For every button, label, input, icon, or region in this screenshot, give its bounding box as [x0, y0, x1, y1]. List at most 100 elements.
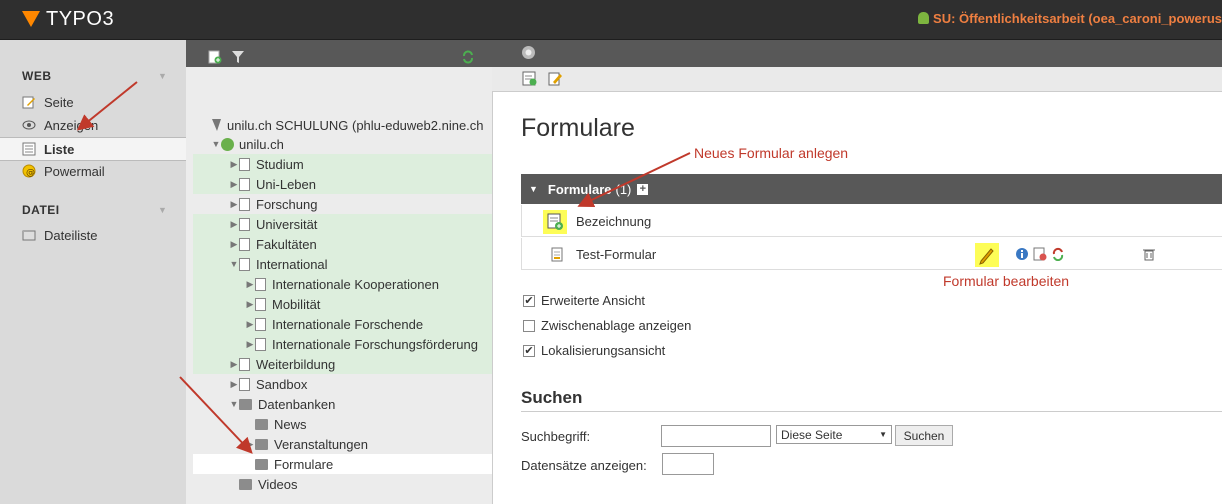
tree-node-label: International	[256, 256, 328, 272]
page-icon	[239, 157, 250, 171]
user-menu[interactable]: SU: Öffentlichkeitsarbeit (oea_caroni_po…	[918, 11, 1222, 26]
tree-node[interactable]: ▼ Datenbanken	[193, 394, 492, 414]
group-title-datei[interactable]: DATEI	[22, 203, 60, 217]
page-icon	[255, 277, 266, 291]
module-seite[interactable]: Seite	[0, 91, 186, 113]
expand-icon[interactable]: ▶	[229, 159, 239, 170]
tree-node[interactable]: ▶ Veranstaltungen	[193, 434, 492, 454]
checkbox-label: Lokalisierungsansicht	[541, 343, 666, 358]
page-icon	[239, 377, 250, 391]
module-label: Seite	[44, 94, 74, 110]
page-title: Formulare	[521, 114, 635, 142]
tree-root[interactable]: unilu.ch SCHULUNG (phlu-eduweb2.nine.ch	[211, 115, 484, 135]
help-icon[interactable]	[521, 45, 536, 63]
record-title[interactable]: Test-Formular	[576, 247, 656, 262]
move-icon[interactable]	[1051, 247, 1065, 264]
filter-icon[interactable]	[231, 50, 245, 67]
tree-node-label: Forschung	[256, 196, 318, 212]
tree-node[interactable]: ▶ Uni-Leben	[193, 174, 492, 194]
checkbox-label: Zwischenablage anzeigen	[541, 318, 692, 333]
group-title-web[interactable]: WEB	[22, 69, 52, 83]
powermail-icon: @	[22, 164, 36, 178]
tree-node-selected[interactable]: Formulare	[193, 454, 492, 474]
new-record-button[interactable]	[543, 210, 567, 234]
pencil-page-icon	[22, 95, 36, 109]
collapse-icon[interactable]: ▼	[211, 139, 221, 149]
records-per-page-input[interactable]	[662, 453, 714, 475]
logo-text: TYPO3	[46, 7, 115, 30]
new-record-icon[interactable]	[522, 71, 537, 89]
extended-view-checkbox[interactable]: ✔	[523, 295, 535, 307]
clipboard-checkbox[interactable]	[523, 320, 535, 332]
folder-icon	[255, 418, 268, 430]
expand-icon[interactable]: ▶	[229, 219, 239, 230]
globe-icon	[221, 137, 234, 151]
tree-node[interactable]: ▶ Internationale Forschende	[193, 314, 492, 334]
tree-node[interactable]: ▶ Mobilität	[193, 294, 492, 314]
tree-node-label: Fakultäten	[256, 236, 317, 252]
page-icon	[239, 357, 250, 371]
collapse-datei-icon[interactable]: ▼	[158, 205, 167, 215]
expand-icon[interactable]: ▶	[245, 299, 255, 310]
expand-icon[interactable]: ▶	[245, 279, 255, 290]
expand-icon[interactable]: ▶	[245, 319, 255, 330]
module-label: Liste	[44, 141, 75, 157]
tree-node-label: Studium	[256, 156, 304, 172]
tree-node[interactable]: News	[193, 414, 492, 434]
module-liste[interactable]: Liste	[0, 137, 186, 161]
collapse-icon[interactable]: ▼	[229, 399, 239, 409]
folder-icon	[239, 478, 252, 490]
module-dateiliste[interactable]: Dateiliste	[0, 224, 186, 246]
tree-node[interactable]: ▶ Weiterbildung	[193, 354, 492, 374]
expand-icon[interactable]: ▶	[229, 239, 239, 250]
table-title: Formulare	[547, 181, 612, 197]
tree-node[interactable]: ▶ Studium	[193, 154, 492, 174]
edit-page-icon[interactable]	[548, 71, 563, 89]
refresh-tree-icon[interactable]	[461, 50, 475, 67]
tree-site[interactable]: ▼ unilu.ch	[211, 134, 284, 154]
edit-record-button[interactable]	[975, 243, 999, 267]
page-icon	[255, 297, 266, 311]
expand-plus-icon[interactable]: +	[637, 183, 649, 195]
collapse-web-icon[interactable]: ▼	[158, 71, 167, 81]
collapse-icon[interactable]: ▼	[529, 184, 538, 194]
new-page-icon[interactable]	[208, 50, 222, 67]
content-docheader	[492, 40, 1222, 67]
tree-node[interactable]: ▶ Sandbox	[193, 374, 492, 394]
tree-node[interactable]: ▶ Fakultäten	[193, 234, 492, 254]
tree-node[interactable]: ▶ Forschung	[193, 194, 492, 214]
tree-node[interactable]: ▶ Internationale Forschungsförderung	[193, 334, 492, 354]
expand-icon[interactable]: ▶	[229, 379, 239, 390]
expand-icon[interactable]: ▶	[229, 199, 239, 210]
tree-node-label: Veranstaltungen	[274, 436, 368, 452]
column-header-label[interactable]: Bezeichnung	[576, 214, 651, 229]
form-record-icon	[551, 247, 563, 265]
page-icon	[239, 197, 250, 211]
module-powermail[interactable]: @ Powermail	[0, 160, 186, 182]
module-anzeigen[interactable]: Anzeigen	[0, 114, 186, 136]
tree-node[interactable]: ▼ International	[193, 254, 492, 274]
record-table-header[interactable]: ▼ Formulare (1) +	[521, 174, 1222, 204]
expand-icon[interactable]: ▶	[245, 339, 255, 350]
search-button[interactable]: Suchen	[895, 425, 953, 446]
search-input[interactable]	[661, 425, 771, 447]
history-icon[interactable]	[1033, 247, 1047, 264]
checkbox-label: Erweiterte Ansicht	[541, 293, 646, 308]
page-icon	[239, 237, 250, 251]
localization-checkbox[interactable]: ✔	[523, 345, 535, 357]
info-icon[interactable]	[1015, 247, 1029, 264]
tree-node[interactable]: Videos	[193, 474, 492, 494]
tree-node[interactable]: ▶ Universität	[193, 214, 492, 234]
tree-node[interactable]: ▶ Internationale Kooperationen	[193, 274, 492, 294]
delete-icon[interactable]	[1142, 247, 1156, 264]
collapse-icon[interactable]: ▼	[229, 259, 239, 269]
tree-node-label: Sandbox	[256, 376, 308, 392]
search-label: Suchbegriff:	[521, 429, 591, 444]
typo3-logo[interactable]: TYPO3	[22, 7, 114, 31]
expand-icon[interactable]: ▶	[245, 439, 255, 450]
list-icon	[22, 142, 36, 156]
expand-icon[interactable]: ▶	[229, 179, 239, 190]
scope-select[interactable]: Diese Seite ▼	[776, 425, 892, 444]
typo3-root-icon	[211, 118, 222, 132]
expand-icon[interactable]: ▶	[229, 359, 239, 370]
